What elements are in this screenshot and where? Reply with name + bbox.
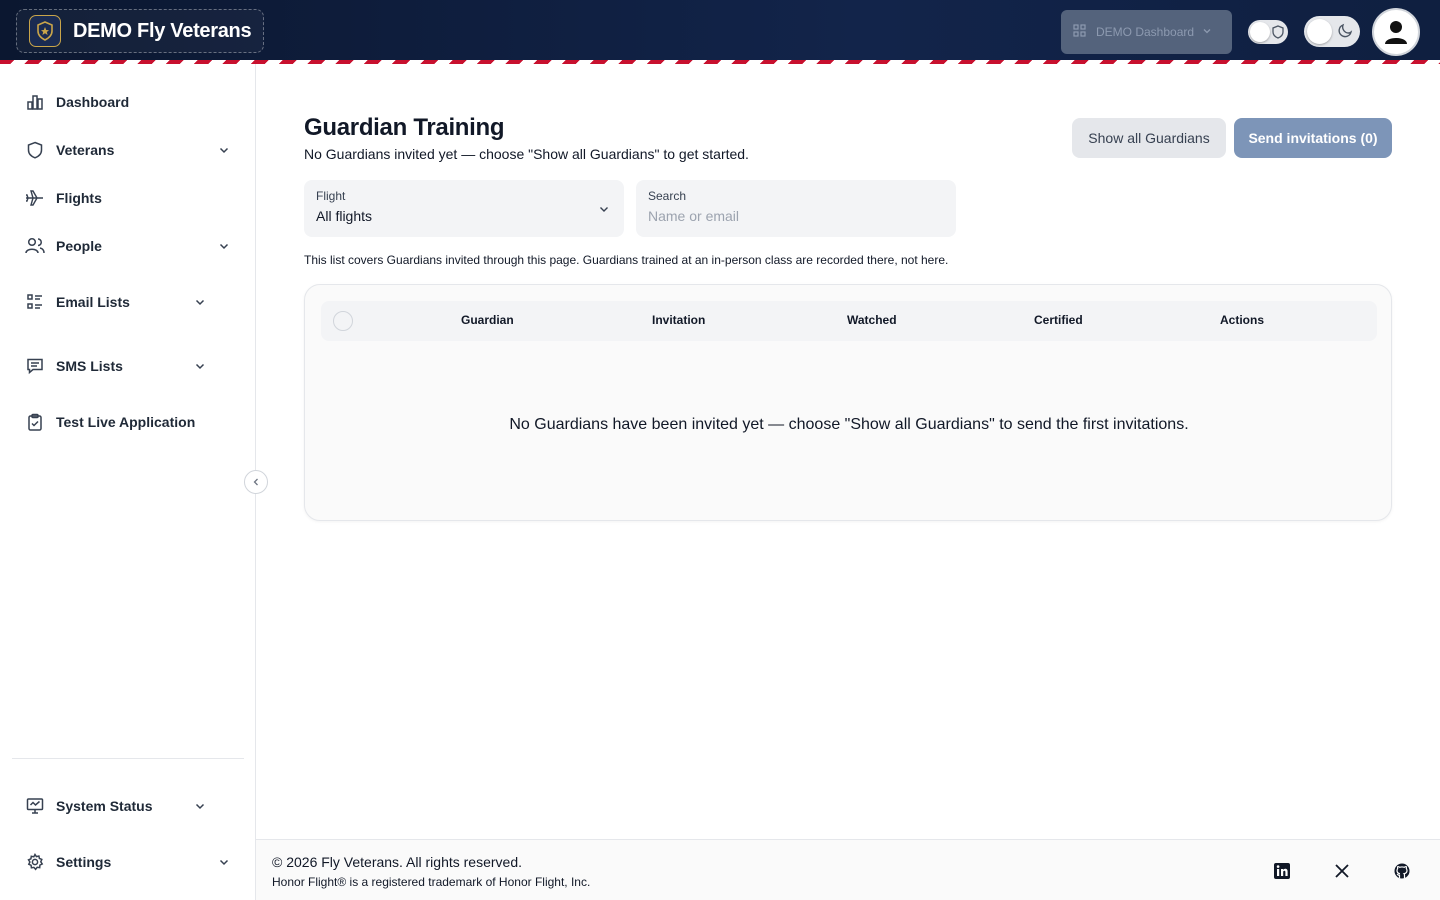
- user-avatar[interactable]: [1372, 8, 1420, 56]
- sidebar-item-sms-lists[interactable]: SMS Lists: [12, 346, 244, 386]
- table-header: Guardian Invitation Watched Certified Ac…: [321, 301, 1377, 341]
- column-header-invitation[interactable]: Invitation: [652, 313, 705, 327]
- shield-toggle[interactable]: [1248, 20, 1288, 44]
- sidebar-item-test-live-application[interactable]: Test Live Application: [12, 402, 244, 442]
- send-invitations-button[interactable]: Send invitations (0): [1234, 118, 1392, 158]
- flight-select[interactable]: Flight All flights: [304, 180, 624, 237]
- chevron-down-icon: [598, 202, 610, 220]
- shield-icon: [1272, 25, 1284, 44]
- flight-select-value: All flights: [316, 208, 373, 224]
- sidebar-item-label: SMS Lists: [56, 358, 123, 374]
- grid-icon: [1073, 24, 1086, 40]
- list-icon: [24, 291, 46, 313]
- sidebar-item-flights[interactable]: Flights: [12, 178, 244, 218]
- guardians-table: Guardian Invitation Watched Certified Ac…: [304, 284, 1392, 521]
- toggle-knob: [1307, 19, 1332, 44]
- sidebar-item-email-lists[interactable]: Email Lists: [12, 282, 244, 322]
- flight-select-label: Flight: [316, 189, 346, 203]
- sidebar-collapse-button[interactable]: [244, 470, 268, 494]
- sidebar-item-label: Settings: [56, 854, 112, 870]
- user-icon: [1385, 21, 1407, 44]
- column-header-certified[interactable]: Certified: [1034, 313, 1083, 327]
- sidebar-item-label: System Status: [56, 798, 153, 814]
- moon-icon: [1338, 23, 1353, 43]
- shield-icon: [24, 139, 46, 161]
- page-title: Guardian Training: [304, 114, 505, 141]
- footer: © 2026 Fly Veterans. All rights reserved…: [256, 839, 1440, 900]
- chevron-down-icon: [216, 854, 232, 870]
- empty-state-message: No Guardians have been invited yet — cho…: [509, 416, 1189, 433]
- bar-chart-icon: [24, 91, 46, 113]
- demo-dropdown-label: DEMO Dashboard: [1096, 25, 1195, 39]
- info-note: This list covers Guardians invited throu…: [304, 253, 949, 267]
- sidebar-item-label: Flights: [56, 190, 102, 206]
- search-input[interactable]: Search Name or email: [636, 180, 956, 237]
- trademark-text: Honor Flight® is a registered trademark …: [272, 875, 591, 889]
- clipboard-check-icon: [24, 411, 46, 433]
- brand-logo[interactable]: DEMO Fly Veterans: [16, 9, 264, 53]
- message-icon: [24, 355, 46, 377]
- chevron-down-icon: [192, 358, 208, 374]
- plane-icon: [24, 187, 46, 209]
- sidebar-divider: [12, 758, 244, 759]
- x-icon[interactable]: [1333, 862, 1351, 880]
- sidebar-item-label: Veterans: [56, 142, 115, 158]
- sidebar-item-people[interactable]: People: [12, 226, 244, 266]
- column-header-actions: Actions: [1220, 313, 1265, 327]
- search-label: Search: [648, 189, 687, 203]
- chevron-down-icon: [192, 294, 208, 310]
- chevron-down-icon: [192, 798, 208, 814]
- shield-star-icon: [29, 15, 61, 47]
- monitor-icon: [24, 795, 46, 817]
- linkedin-icon[interactable]: [1273, 862, 1291, 880]
- chevron-down-icon: [216, 238, 232, 254]
- sidebar-item-system-status[interactable]: System Status: [12, 786, 244, 826]
- chevron-left-icon: [253, 478, 258, 486]
- chevron-down-icon: [1202, 25, 1212, 39]
- top-bar: DEMO Fly Veterans DEMO Dashboard: [0, 0, 1440, 60]
- sidebar-item-label: People: [56, 238, 102, 254]
- sidebar-item-label: Email Lists: [56, 294, 130, 310]
- demo-dashboard-dropdown[interactable]: DEMO Dashboard: [1061, 10, 1232, 54]
- chevron-down-icon: [216, 142, 232, 158]
- sidebar: Dashboard Veterans Flights People Email …: [0, 64, 256, 900]
- sidebar-item-dashboard[interactable]: Dashboard: [12, 82, 244, 122]
- select-all-checkbox[interactable]: [333, 311, 353, 331]
- main-content: Guardian Training No Guardians invited y…: [256, 64, 1440, 840]
- sidebar-item-settings[interactable]: Settings: [12, 842, 244, 882]
- gear-icon: [24, 851, 46, 873]
- brand-title: DEMO Fly Veterans: [73, 19, 252, 42]
- sidebar-item-label: Test Live Application: [56, 414, 196, 430]
- sidebar-item-label: Dashboard: [56, 94, 130, 110]
- search-placeholder: Name or email: [648, 208, 740, 224]
- show-all-guardians-button[interactable]: Show all Guardians: [1072, 118, 1226, 158]
- people-icon: [24, 235, 46, 257]
- copyright-text: © 2026 Fly Veterans. All rights reserved…: [272, 854, 522, 870]
- toggle-knob: [1250, 22, 1270, 42]
- sidebar-item-veterans[interactable]: Veterans: [12, 130, 244, 170]
- github-icon[interactable]: [1393, 862, 1411, 880]
- page-subtitle: No Guardians invited yet — choose "Show …: [304, 146, 749, 162]
- dark-mode-toggle[interactable]: [1304, 16, 1360, 47]
- column-header-watched[interactable]: Watched: [847, 313, 897, 327]
- column-header-guardian[interactable]: Guardian: [461, 313, 514, 327]
